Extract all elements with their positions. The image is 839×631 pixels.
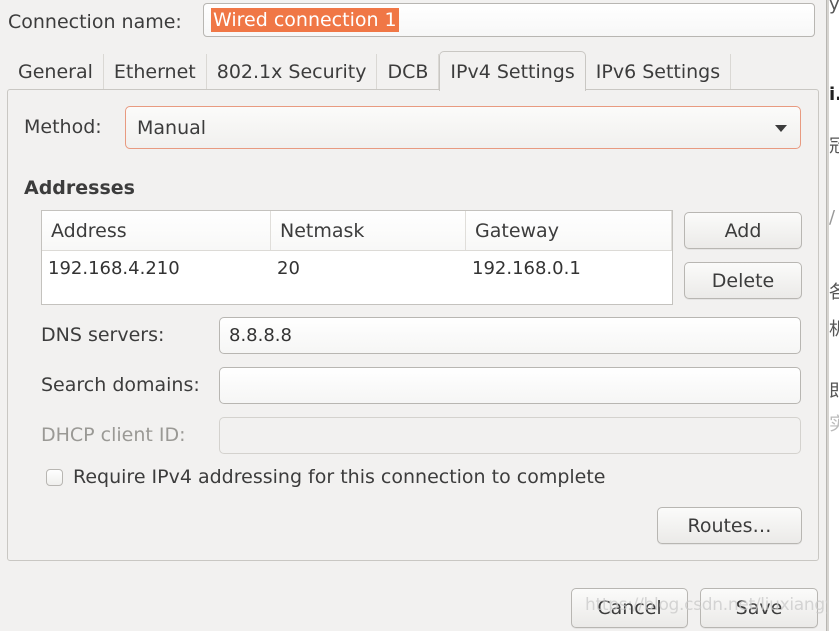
dhcp-client-id-label: DHCP client ID: <box>41 424 186 446</box>
dhcp-client-id-input <box>219 417 801 454</box>
background-text: / x <box>829 207 839 228</box>
background-page-fragment: y i. 冠 / x 各 机 即 实 <box>827 0 839 631</box>
connection-name-selected-text: Wired connection 1 <box>211 8 399 32</box>
column-header-netmask[interactable]: Netmask <box>271 211 466 250</box>
settings-tabs: General Ethernet 802.1x Security DCB IPv… <box>8 51 732 91</box>
search-domains-label: Search domains: <box>41 374 200 396</box>
background-text: 冠 <box>829 132 839 158</box>
addresses-table-header: Address Netmask Gateway <box>42 211 672 251</box>
column-header-address[interactable]: Address <box>42 211 271 250</box>
addresses-table: Address Netmask Gateway 192.168.4.210 20… <box>41 210 673 305</box>
cell-address[interactable]: 192.168.4.210 <box>42 251 271 285</box>
connection-name-label: Connection name: <box>8 11 182 33</box>
require-ipv4-checkbox[interactable] <box>46 468 63 486</box>
background-text: 实 <box>829 410 839 436</box>
tab-ipv6-settings[interactable]: IPv6 Settings <box>586 54 732 90</box>
delete-address-button[interactable]: Delete <box>684 262 802 299</box>
save-button[interactable]: Save <box>700 588 818 628</box>
addresses-heading: Addresses <box>24 177 135 199</box>
require-ipv4-label[interactable]: Require IPv4 addressing for this connect… <box>73 466 606 488</box>
dns-servers-label: DNS servers: <box>41 324 165 346</box>
method-label: Method: <box>24 116 102 138</box>
background-text: 即 <box>829 377 839 403</box>
edit-connection-dialog: Connection name: Wired connection 1 Gene… <box>0 0 839 631</box>
tab-dcb[interactable]: DCB <box>377 54 440 90</box>
background-text: 各 <box>829 278 839 304</box>
tab-general[interactable]: General <box>8 54 104 90</box>
background-text: 机 <box>829 315 839 341</box>
connection-name-row: Connection name: <box>8 4 182 40</box>
background-text: y <box>829 0 839 15</box>
background-text: i. <box>829 84 839 105</box>
method-selected-value: Manual <box>137 116 207 139</box>
cell-netmask[interactable]: 20 <box>271 251 466 285</box>
tab-8021x-security[interactable]: 802.1x Security <box>207 54 378 90</box>
tab-ethernet[interactable]: Ethernet <box>104 54 207 90</box>
dropdown-arrow-icon <box>775 125 787 132</box>
dns-servers-input[interactable]: 8.8.8.8 <box>219 317 801 354</box>
cell-gateway[interactable]: 192.168.0.1 <box>466 251 672 285</box>
column-header-gateway[interactable]: Gateway <box>466 211 672 250</box>
search-domains-input[interactable] <box>219 367 801 404</box>
require-ipv4-row[interactable]: Require IPv4 addressing for this connect… <box>46 466 606 488</box>
connection-name-input[interactable]: Wired connection 1 <box>203 3 815 37</box>
method-dropdown[interactable]: Manual <box>125 106 801 149</box>
tab-ipv4-settings[interactable]: IPv4 Settings <box>439 51 586 91</box>
add-address-button[interactable]: Add <box>684 212 802 249</box>
table-row[interactable]: 192.168.4.210 20 192.168.0.1 <box>42 251 672 285</box>
routes-button[interactable]: Routes… <box>657 507 802 544</box>
cancel-button[interactable]: Cancel <box>571 588 688 628</box>
